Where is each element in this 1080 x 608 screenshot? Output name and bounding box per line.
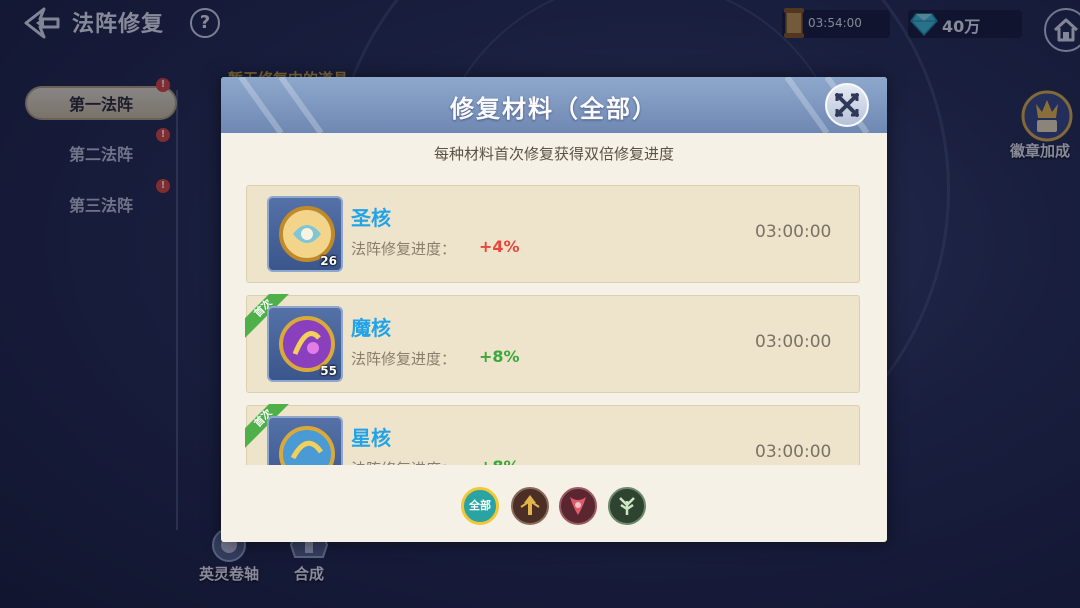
- materials-list[interactable]: 26 圣核 法阵修复进度： +4% 03:00:00 首次 55 魔核 法阵修复…: [221, 173, 887, 465]
- filter-faction-2-button[interactable]: [559, 487, 597, 525]
- material-name: 圣核: [351, 206, 391, 230]
- filter-all-button[interactable]: 全部: [461, 487, 499, 525]
- nature-faction-icon: [619, 497, 635, 515]
- demon-faction-icon: [570, 497, 586, 515]
- material-item-star-core[interactable]: 首次 星核 法阵修复进度： +8% 03:00:00: [245, 404, 860, 465]
- star-core-icon: [279, 426, 335, 465]
- progress-value: +8%: [479, 347, 520, 366]
- material-item-holy-core[interactable]: 26 圣核 法阵修复进度： +4% 03:00:00: [246, 185, 860, 283]
- tree-faction-icon: [520, 495, 540, 515]
- repair-time: 03:00:00: [755, 332, 832, 352]
- material-thumbnail: 26: [267, 196, 343, 272]
- modal-title: 修复材料（全部）: [450, 95, 658, 123]
- filter-faction-3-button[interactable]: [608, 487, 646, 525]
- filter-faction-1-button[interactable]: [511, 487, 549, 525]
- progress-value: +8%: [479, 457, 520, 465]
- repair-time: 03:00:00: [755, 222, 832, 242]
- progress-label: 法阵修复进度：: [351, 240, 457, 258]
- repair-time: 03:00:00: [755, 442, 832, 462]
- repair-materials-modal: 修复材料（全部） 每种材料首次修复获得双倍修复进度 26 圣核 法阵修复进度：: [221, 77, 887, 542]
- modal-header: 修复材料（全部）: [221, 77, 887, 133]
- close-icon: [835, 93, 859, 117]
- close-button[interactable]: [825, 83, 869, 127]
- material-thumbnail: [267, 416, 343, 465]
- material-count: 55: [320, 364, 337, 378]
- material-count: 26: [320, 254, 337, 268]
- material-name: 星核: [351, 426, 391, 450]
- progress-value: +4%: [479, 237, 520, 256]
- progress-label: 法阵修复进度：: [351, 350, 457, 368]
- material-thumbnail: 55: [267, 306, 343, 382]
- material-item-demon-core[interactable]: 首次 55 魔核 法阵修复进度： +8% 03:00:00: [245, 294, 860, 393]
- modal-subtitle: 每种材料首次修复获得双倍修复进度: [433, 145, 674, 163]
- material-name: 魔核: [351, 316, 391, 340]
- progress-label: 法阵修复进度：: [351, 458, 456, 465]
